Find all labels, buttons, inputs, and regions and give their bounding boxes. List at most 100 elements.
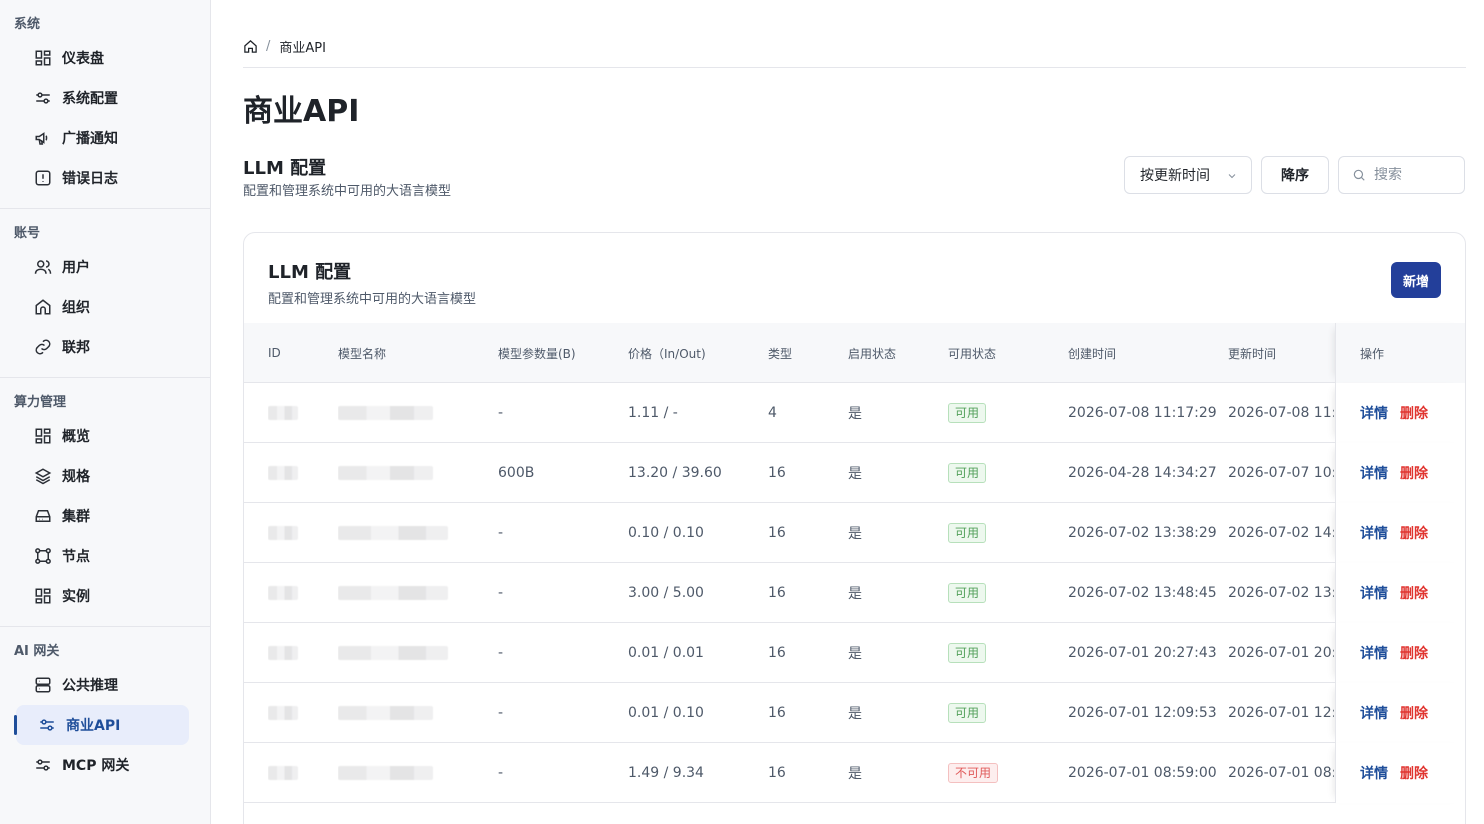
search-input[interactable] — [1374, 167, 1454, 183]
col-id[interactable]: ID — [268, 323, 328, 383]
cell-available: 可用 — [948, 623, 1058, 683]
delete-link[interactable]: 删除 — [1400, 463, 1428, 483]
sidebar-item-public-inference[interactable]: 公共推理 — [0, 665, 189, 705]
col-updated[interactable]: 更新时间 — [1228, 323, 1334, 383]
cell-created: 2026-07-08 11:17:29 — [1068, 405, 1217, 421]
col-type[interactable]: 类型 — [768, 323, 838, 383]
sidebar-item-mcp-gateway[interactable]: MCP 网关 — [0, 745, 189, 785]
sidebar-item-commercial-api[interactable]: 商业API — [14, 705, 189, 745]
cell-available: 可用 — [948, 683, 1058, 743]
cell-param: 600B — [498, 465, 535, 481]
cell-id-redacted — [268, 743, 328, 803]
col-price[interactable]: 价格（In/Out) — [628, 323, 758, 383]
cell-enabled: 是 — [848, 406, 862, 422]
status-badge: 可用 — [948, 643, 987, 663]
col-available[interactable]: 可用状态 — [948, 323, 1058, 383]
sort-order-button[interactable]: 降序 — [1261, 156, 1329, 194]
add-button[interactable]: 新增 — [1391, 262, 1441, 298]
cell-enabled: 是 — [848, 706, 862, 722]
delete-link[interactable]: 删除 — [1400, 583, 1428, 603]
cell-price: 0.01 / 0.01 — [628, 645, 704, 661]
detail-link[interactable]: 详情 — [1360, 643, 1388, 663]
cell-created: 2026-07-02 13:38:29 — [1068, 525, 1217, 541]
detail-link[interactable]: 详情 — [1360, 523, 1388, 543]
sort-select[interactable]: 按更新时间 — [1124, 156, 1252, 194]
search-icon — [1353, 169, 1365, 181]
table-row: - 0.10 / 0.10 16 是 可用 2026-07-02 13:38:29 2026… — [244, 503, 1465, 563]
sidebar-item-overview[interactable]: 概览 — [0, 416, 189, 456]
breadcrumb-current: 商业API — [279, 40, 326, 56]
cell-param: - — [498, 585, 504, 601]
col-param[interactable]: 模型参数量(B) — [498, 323, 618, 383]
detail-link[interactable]: 详情 — [1360, 763, 1388, 783]
delete-link[interactable]: 删除 — [1400, 523, 1428, 543]
sidebar-item-label: 组织 — [62, 300, 90, 316]
llm-config-card: LLM 配置 配置和管理系统中可用的大语言模型 新增 ID 模型名称 模型参数量… — [243, 232, 1466, 824]
sidebar-group-compute: 算力管理 概览 规格 集群 节点 实例 — [0, 378, 210, 627]
cell-name-redacted — [338, 683, 488, 743]
detail-link[interactable]: 详情 — [1360, 583, 1388, 603]
cell-price: 1.49 / 9.34 — [628, 765, 704, 781]
cell-param: - — [498, 765, 504, 781]
sidebar-item-federation[interactable]: 联邦 — [0, 327, 189, 367]
detail-link[interactable]: 详情 — [1360, 703, 1388, 723]
delete-link[interactable]: 删除 — [1400, 403, 1428, 423]
cell-updated: 2026-07-01 12:12 — [1228, 705, 1334, 721]
sidebar-item-label: 概览 — [62, 429, 90, 445]
cell-name-redacted — [338, 623, 488, 683]
delete-link[interactable]: 删除 — [1400, 703, 1428, 723]
detail-link[interactable]: 详情 — [1360, 403, 1388, 423]
delete-link[interactable]: 删除 — [1400, 763, 1428, 783]
sidebar-item-org[interactable]: 组织 — [0, 287, 189, 327]
status-badge: 可用 — [948, 403, 987, 423]
card-description: 配置和管理系统中可用的大语言模型 — [268, 292, 477, 307]
sidebar-item-label: 广播通知 — [62, 131, 118, 147]
header-divider — [243, 67, 1466, 68]
col-created[interactable]: 创建时间 — [1068, 323, 1223, 383]
sidebar-item-specs[interactable]: 规格 — [0, 456, 189, 496]
sidebar-item-nodes[interactable]: 节点 — [0, 536, 189, 576]
sidebar-item-dashboard[interactable]: 仪表盘 — [0, 38, 189, 78]
col-ops: 操作 — [1335, 323, 1465, 383]
cell-updated: 2026-07-02 14:07 — [1228, 525, 1334, 541]
layers-icon — [34, 467, 52, 485]
cell-enabled: 是 — [848, 466, 862, 482]
cell-enabled: 是 — [848, 586, 862, 602]
sidebar-item-cluster[interactable]: 集群 — [0, 496, 189, 536]
card-title: LLM 配置 — [268, 262, 352, 283]
alert-icon — [34, 169, 52, 187]
col-name[interactable]: 模型名称 — [338, 323, 488, 383]
main-content: / 商业API 商业API LLM 配置 配置和管理系统中可用的大语言模型 按更… — [243, 0, 1466, 824]
table-row: - 1.49 / 9.34 16 是 不可用 2026-07-01 08:59:00 202… — [244, 743, 1465, 803]
home-icon[interactable] — [243, 39, 258, 54]
search-box[interactable] — [1338, 156, 1465, 194]
sidebar-item-label: 用户 — [62, 260, 90, 276]
cell-price: 0.10 / 0.10 — [628, 525, 704, 541]
table-row: - 0.01 / 0.01 16 是 可用 2026-07-01 20:27:43 2026… — [244, 623, 1465, 683]
status-badge: 可用 — [948, 703, 987, 723]
delete-link[interactable]: 删除 — [1400, 643, 1428, 663]
sliders-icon — [38, 716, 56, 734]
sidebar-item-broadcast[interactable]: 广播通知 — [0, 118, 189, 158]
sidebar-item-label: MCP 网关 — [62, 758, 130, 774]
sidebar-item-users[interactable]: 用户 — [0, 247, 189, 287]
cell-updated: 2026-07-08 11:21 — [1228, 405, 1334, 421]
sidebar-item-instances[interactable]: 实例 — [0, 576, 189, 616]
table-row: - 3.00 / 5.00 16 是 可用 2026-07-02 13:48:45 2026… — [244, 563, 1465, 623]
sidebar-group-title: AI 网关 — [14, 644, 60, 659]
sidebar-item-error-log[interactable]: 错误日志 — [0, 158, 189, 198]
dashboard-icon — [34, 49, 52, 67]
detail-link[interactable]: 详情 — [1360, 463, 1388, 483]
section-description: 配置和管理系统中可用的大语言模型 — [243, 184, 452, 199]
sort-select-value: 按更新时间 — [1140, 168, 1210, 184]
dashboard-icon — [34, 587, 52, 605]
col-enabled[interactable]: 启用状态 — [848, 323, 938, 383]
sidebar-item-system-config[interactable]: 系统配置 — [0, 78, 189, 118]
sidebar-item-label: 仪表盘 — [62, 51, 104, 67]
cell-created: 2026-07-01 08:59:00 — [1068, 765, 1217, 781]
cell-name-redacted — [338, 443, 488, 503]
cell-type: 16 — [768, 525, 786, 541]
cell-id-redacted — [268, 683, 328, 743]
dashboard-icon — [34, 427, 52, 445]
table-row: - 1.11 / - 4 是 可用 2026-07-08 11:17:29 2026-07-… — [244, 383, 1465, 443]
